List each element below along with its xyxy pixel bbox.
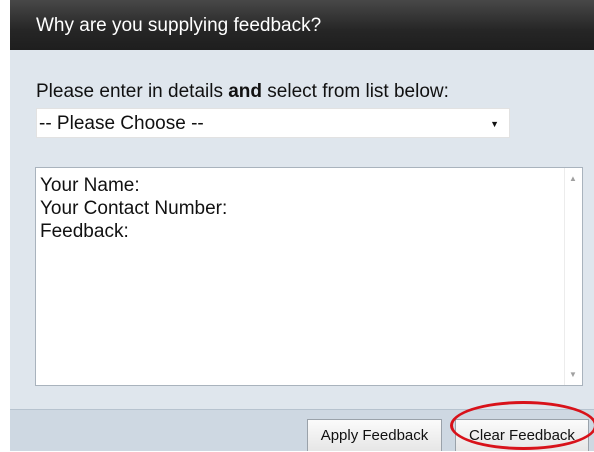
dialog-title: Why are you supplying feedback? <box>36 15 322 36</box>
scroll-up-arrow-icon[interactable]: ▲ <box>569 174 577 183</box>
clear-feedback-button[interactable]: Clear Feedback <box>455 419 589 451</box>
select-value: -- Please Choose -- <box>39 113 204 134</box>
chevron-down-icon[interactable]: ▼ <box>490 119 499 129</box>
instructions-prefix: Please enter in details <box>36 81 229 102</box>
instructions-text: Please enter in details and select from … <box>36 81 449 103</box>
textarea-line-contact: Your Contact Number: <box>40 198 228 219</box>
textarea-content: Your Name: Your Contact Number: Feedback… <box>40 174 227 243</box>
instructions-suffix: select from list below: <box>262 81 449 102</box>
apply-feedback-button[interactable]: Apply Feedback <box>307 419 442 451</box>
textarea-scrollbar[interactable]: ▲ ▼ <box>564 168 582 385</box>
feedback-textarea[interactable]: Your Name: Your Contact Number: Feedback… <box>35 167 583 386</box>
dialog-header: Why are you supplying feedback? <box>10 0 594 50</box>
scroll-down-arrow-icon[interactable]: ▼ <box>569 370 577 379</box>
instructions-bold: and <box>228 81 263 102</box>
textarea-line-name: Your Name: <box>40 175 140 196</box>
textarea-line-feedback: Feedback: <box>40 221 129 242</box>
feedback-type-select[interactable]: -- Please Choose -- ▼ <box>36 108 510 138</box>
